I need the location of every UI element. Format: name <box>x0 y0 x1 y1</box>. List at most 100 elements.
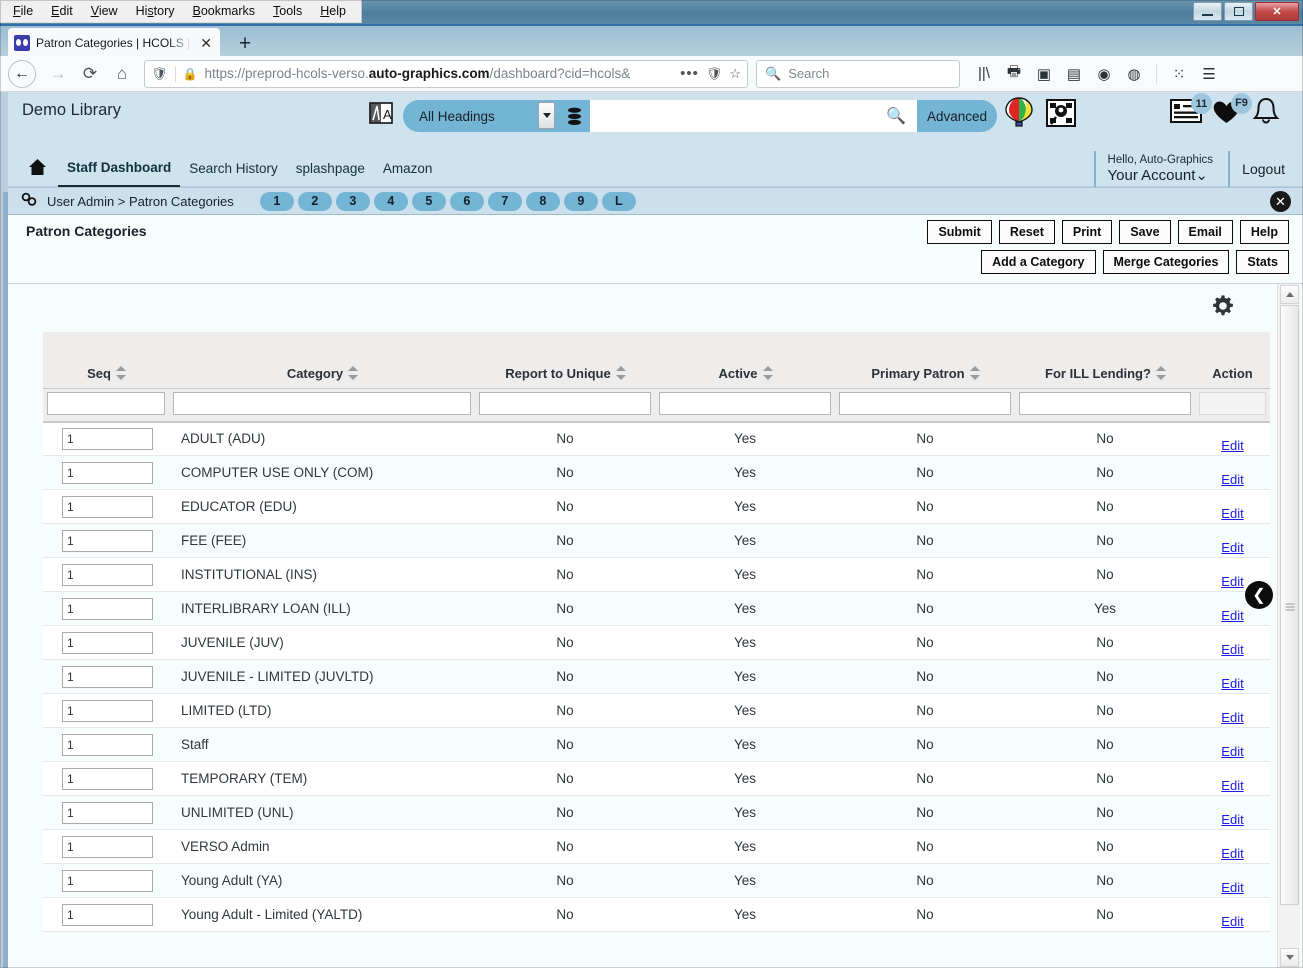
bookmark-star-icon[interactable]: ☆ <box>729 66 741 82</box>
close-panel-icon[interactable]: ✕ <box>1270 191 1291 212</box>
edit-link[interactable]: Edit <box>1221 778 1243 793</box>
hamburger-menu-icon[interactable]: ☰ <box>1195 60 1223 88</box>
filter-input-seq[interactable] <box>47 391 165 415</box>
column-header-active[interactable]: Active <box>655 332 835 389</box>
account-menu[interactable]: Hello, Auto-Graphics Your Account⌄ <box>1093 151 1213 187</box>
scrollbar-thumb[interactable] <box>1280 305 1299 905</box>
scroll-up-button[interactable] <box>1280 285 1299 304</box>
page-button-4[interactable]: 4 <box>373 191 408 211</box>
logout-link[interactable]: Logout <box>1242 161 1285 177</box>
collapse-left-icon[interactable]: ❮ <box>1245 581 1273 609</box>
submit-button[interactable]: Submit <box>927 220 992 244</box>
nav-search-history[interactable]: Search History <box>180 150 287 187</box>
sort-icon[interactable] <box>348 366 359 380</box>
home-button[interactable]: ⌂ <box>106 59 138 89</box>
menu-tools[interactable]: Tools <box>264 1 311 22</box>
menu-bookmarks[interactable]: Bookmarks <box>184 1 265 22</box>
back-button[interactable]: ← <box>8 59 36 88</box>
library-icon[interactable]: ||\ <box>970 60 998 88</box>
chevron-down-icon[interactable] <box>538 102 555 129</box>
menu-help[interactable]: Help <box>311 1 355 22</box>
sidebar-icon[interactable]: ▤ <box>1060 60 1088 88</box>
edit-link[interactable]: Edit <box>1221 744 1243 759</box>
page-button-7[interactable]: 7 <box>487 191 522 211</box>
translate-icon[interactable]: A <box>365 98 397 128</box>
pocket-icon[interactable]: ▣ <box>1030 60 1058 88</box>
seq-input[interactable] <box>62 631 153 654</box>
edit-link[interactable]: Edit <box>1221 812 1243 827</box>
page-button-5[interactable]: 5 <box>411 191 446 211</box>
sort-icon[interactable] <box>115 366 126 380</box>
edit-link[interactable]: Edit <box>1221 710 1243 725</box>
seq-input[interactable] <box>62 665 153 688</box>
menu-file[interactable]: File <box>4 1 42 22</box>
seq-input[interactable] <box>62 529 153 552</box>
account-icon[interactable]: ◉ <box>1090 60 1118 88</box>
seq-input[interactable] <box>62 699 153 722</box>
new-tab-button[interactable]: + <box>232 32 258 56</box>
add-a-category-button[interactable]: Add a Category <box>981 250 1096 274</box>
page-button-last[interactable]: L <box>601 191 636 211</box>
advanced-search-button[interactable]: Advanced <box>917 100 997 132</box>
column-header-primary-patron[interactable]: Primary Patron <box>835 332 1015 389</box>
seq-input[interactable] <box>62 903 153 926</box>
address-bar[interactable]: 🛡 🔒 https://preprod-hcols-verso.auto-gra… <box>144 59 748 88</box>
menu-edit[interactable]: Edit <box>42 1 82 22</box>
nav-staff-dashboard[interactable]: Staff Dashboard <box>58 150 181 187</box>
edit-link[interactable]: Edit <box>1221 540 1243 555</box>
page-button-6[interactable]: 6 <box>449 191 484 211</box>
filter-input-primary-patron[interactable] <box>839 391 1011 415</box>
containers-icon[interactable]: ◍ <box>1120 60 1148 88</box>
page-button-8[interactable]: 8 <box>525 191 560 211</box>
gear-icon[interactable] <box>1211 294 1235 324</box>
reload-button[interactable]: ⟳ <box>74 59 106 89</box>
edit-link[interactable]: Edit <box>1221 438 1243 453</box>
search-input[interactable] <box>590 100 875 132</box>
seq-input[interactable] <box>62 563 153 586</box>
edit-link[interactable]: Edit <box>1221 914 1243 929</box>
seq-input[interactable] <box>62 733 153 756</box>
edit-link[interactable]: Edit <box>1221 574 1243 589</box>
merge-categories-button[interactable]: Merge Categories <box>1102 250 1230 274</box>
page-button-3[interactable]: 3 <box>335 191 370 211</box>
extensions-icon[interactable]: ⁙ <box>1165 60 1193 88</box>
page-button-2[interactable]: 2 <box>297 191 332 211</box>
edit-link[interactable]: Edit <box>1221 506 1243 521</box>
filter-input-report-to-unique[interactable] <box>479 391 651 415</box>
search-scope-select[interactable]: All Headings <box>403 100 558 132</box>
edit-link[interactable]: Edit <box>1221 472 1243 487</box>
browser-tab[interactable]: Patron Categories | HCOLS | HC ✕ <box>8 28 220 58</box>
sort-icon[interactable] <box>615 366 626 380</box>
vertical-scrollbar[interactable] <box>1277 284 1300 968</box>
seq-input[interactable] <box>62 461 153 484</box>
close-window-button[interactable]: ✕ <box>1255 2 1299 21</box>
account-link[interactable]: Your Account⌄ <box>1108 167 1213 184</box>
page-button-1[interactable]: 1 <box>259 191 294 211</box>
menu-view[interactable]: View <box>82 1 127 22</box>
seq-input[interactable] <box>62 495 153 518</box>
reset-button[interactable]: Reset <box>998 220 1055 244</box>
seq-input[interactable] <box>62 835 153 858</box>
column-header-category[interactable]: Category <box>169 332 475 389</box>
filter-input-active[interactable] <box>659 391 831 415</box>
edit-link[interactable]: Edit <box>1221 608 1243 623</box>
print-button[interactable]: Print <box>1061 220 1113 244</box>
filter-input-for-ill-lending[interactable] <box>1019 391 1191 415</box>
edit-link[interactable]: Edit <box>1221 880 1243 895</box>
sort-icon[interactable] <box>762 366 773 380</box>
forward-button[interactable]: → <box>42 59 74 89</box>
stats-button[interactable]: Stats <box>1236 250 1289 274</box>
help-button[interactable]: Help <box>1239 220 1289 244</box>
sort-icon[interactable] <box>1155 366 1166 380</box>
minimize-button[interactable] <box>1193 2 1222 21</box>
scroll-down-button[interactable] <box>1280 948 1299 967</box>
column-header-seq[interactable]: Seq <box>43 332 169 389</box>
print-icon[interactable]: 🖶 <box>1000 60 1028 88</box>
edit-link[interactable]: Edit <box>1221 846 1243 861</box>
email-button[interactable]: Email <box>1177 220 1233 244</box>
search-submit-icon[interactable]: 🔍 <box>875 100 917 132</box>
nav-splashpage[interactable]: splashpage <box>287 150 374 187</box>
logout-container[interactable]: Logout <box>1228 151 1285 187</box>
column-header-report-to-unique[interactable]: Report to Unique <box>475 332 655 389</box>
database-icon[interactable] <box>558 100 590 132</box>
